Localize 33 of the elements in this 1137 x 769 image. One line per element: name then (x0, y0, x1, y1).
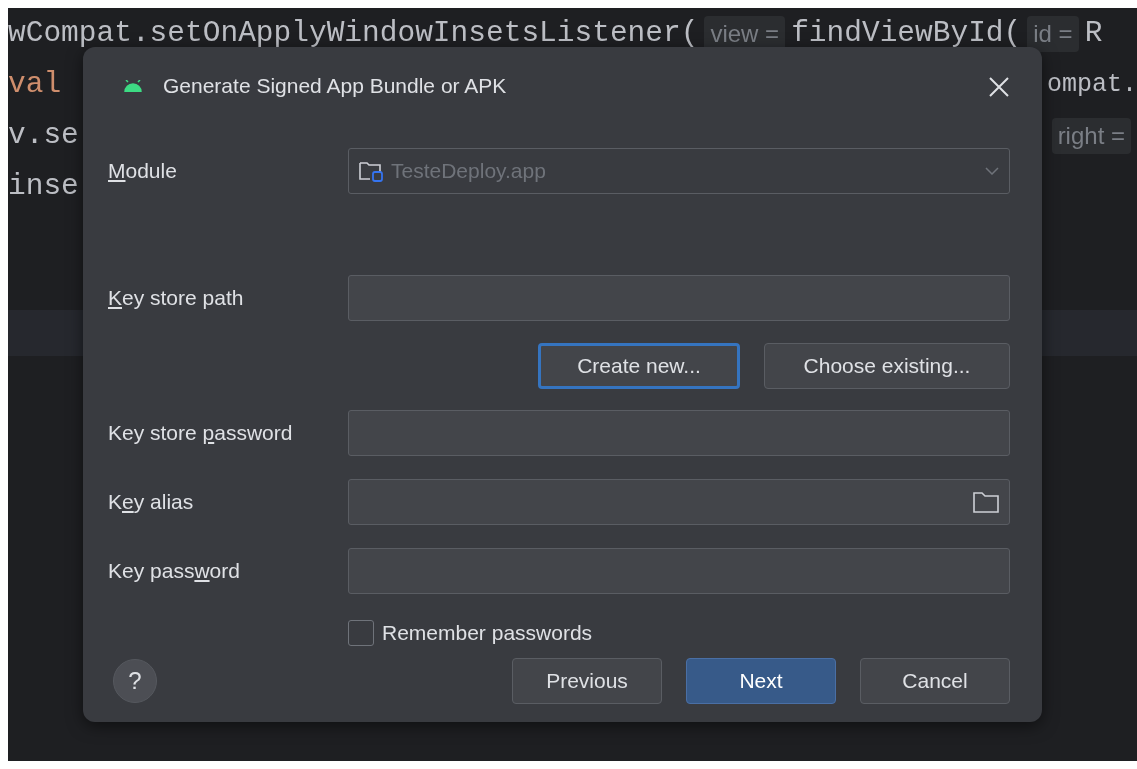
code-text: inse (8, 168, 79, 206)
key-store-button[interactable]: Choose existing... (764, 343, 1010, 389)
field-label: Key password (108, 558, 241, 585)
field-label: Module (108, 158, 178, 185)
code-text: findViewById( (791, 15, 1022, 53)
help-button[interactable]: ? (113, 659, 157, 703)
chevron-down-icon (985, 167, 999, 175)
close-button[interactable] (988, 74, 1010, 98)
field-label: Key store path (108, 285, 245, 312)
password-field[interactable] (348, 548, 1010, 594)
dialog-button[interactable]: Previous (512, 658, 662, 704)
checkbox-label: Remember passwords (382, 620, 593, 647)
code-keyword: val (8, 66, 62, 104)
dialog-button[interactable]: Next (686, 658, 836, 704)
field-label: Key alias (108, 489, 195, 516)
remember-checkbox[interactable] (348, 620, 374, 646)
android-icon (123, 80, 143, 92)
code-text: wCompat.setOnApplyWindowInsetsListener( (8, 15, 699, 53)
code-text: R (1084, 15, 1103, 53)
code-text: v.se (8, 117, 79, 155)
parameter-hint: id = (1027, 15, 1079, 52)
dialog-title: Generate Signed App Bundle or APK (163, 73, 508, 100)
key-store-button[interactable]: Create new... (538, 343, 740, 389)
module-value: TesteDeploy.app (391, 158, 547, 185)
parameter-hint: right = (1051, 117, 1131, 154)
folder-icon[interactable] (973, 491, 999, 513)
password-field[interactable] (348, 410, 1010, 456)
key-store-path-field[interactable] (348, 275, 1010, 321)
folder-module-icon (359, 160, 383, 182)
code-text: ompat. (1047, 68, 1137, 101)
field-label: Key store password (108, 420, 294, 447)
dialog-button[interactable]: Cancel (860, 658, 1010, 704)
key-alias-field[interactable] (348, 479, 1010, 525)
